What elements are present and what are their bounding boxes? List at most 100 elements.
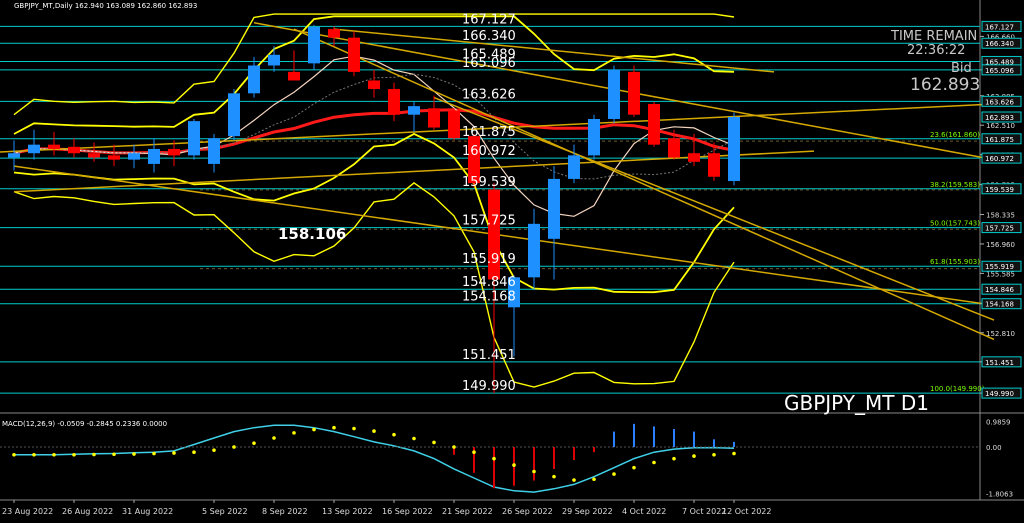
candle-body [268,54,280,66]
macd-dot [732,451,736,456]
candle-body [28,144,40,154]
candle-body [528,223,540,278]
macd-dot [112,452,116,457]
time-tick-label: 31 Aug 2022 [122,507,173,516]
chart-watermark: GBPJPY_MT D1 [784,391,929,415]
time-tick-label: 29 Sep 2022 [562,507,613,516]
candle-body [648,104,660,145]
macd-dot [512,463,516,467]
candle-body [548,178,560,239]
macd-dot [652,460,656,465]
level-label: 149.990 [462,379,516,394]
level-label: 165.096 [462,56,516,71]
macd-dot [672,456,676,461]
price-tag-label: 149.990 [985,390,1014,398]
level-label: 155.919 [462,252,516,267]
macd-dot [12,452,16,457]
candle-body [388,89,400,115]
macd-dot [352,426,356,431]
macd-dot [692,454,696,458]
candle-body [308,26,320,64]
macd-dot [552,474,556,479]
highlight-level-label: 158.106 [278,225,346,243]
macd-dot [712,452,716,457]
candle-body [188,121,200,156]
macd-dot [492,456,496,461]
candle-body [248,65,260,94]
macd-dot [212,448,216,452]
candle-body [88,153,100,158]
macd-dot [592,477,596,482]
price-tick-label: 156.960 [986,241,1015,249]
candle-body [608,69,620,119]
macd-dot [72,452,76,457]
price-tick-label: 162.510 [986,122,1015,130]
macd-dot [532,469,536,474]
macd-dot [312,427,316,432]
price-tick-label: 158.335 [986,212,1015,220]
price-tag-label: 159.539 [985,186,1014,194]
symbol-header: GBPJPY_MT,Daily 162.940 163.089 162.860 … [14,2,197,10]
macd-dot [332,425,336,430]
macd-dot [572,478,576,482]
candle-body [448,110,460,139]
candle-body [8,153,20,158]
macd-dot [32,452,36,457]
level-label: 166.340 [462,29,516,44]
time-remain-value: 22:36:22 [907,43,965,58]
price-tag-label: 151.451 [985,359,1014,367]
macd-dot [192,450,196,455]
candle-body [688,153,700,162]
time-tick-label: 21 Sep 2022 [442,507,493,516]
price-tag-label: 154.846 [985,286,1014,294]
time-tick-label: 12 Oct 2022 [722,507,771,516]
fib-label: 50.0(157.743) [930,220,980,228]
candle-body [228,93,240,137]
level-label: 160.972 [462,144,516,159]
candle-body [68,146,80,154]
level-label: 157.725 [462,214,516,229]
price-tag-label: 165.096 [985,67,1014,75]
macd-dot [632,465,636,470]
level-label: 151.451 [462,348,516,363]
macd-dot [292,431,296,435]
price-tag-label: 160.972 [985,155,1014,163]
time-tick-label: 4 Oct 2022 [622,507,666,516]
time-tick-label: 16 Sep 2022 [382,507,433,516]
candle-body [128,153,140,160]
macd-dot [152,451,156,456]
candle-body [408,106,420,115]
fib-label: 38.2(159.583) [930,181,980,189]
macd-dot [612,472,616,476]
level-label: 154.846 [462,275,516,290]
level-label: 167.127 [462,12,516,27]
price-tag-label: 167.127 [985,23,1014,31]
fib-label: 100.0(149.990) [930,385,985,393]
level-label: 161.875 [462,125,516,140]
candle-body [428,108,440,128]
time-tick-label: 23 Aug 2022 [2,507,53,516]
price-tag-label: 162.893 [985,114,1014,122]
time-tick-label: 26 Aug 2022 [62,507,113,516]
macd-dot [52,452,56,457]
level-label: 154.168 [462,290,516,305]
macd-tick-label: -1.8063 [986,491,1013,499]
bid-value: 162.893 [910,75,980,95]
candle-body [208,138,220,164]
bid-label: Bid [951,61,972,76]
candle-body [368,80,380,90]
macd-dot [252,441,256,445]
macd-dot [272,436,276,440]
candle-body [108,155,120,160]
price-chart[interactable]: 167.127166.340165.489165.096163.626161.8… [0,0,1024,523]
price-tag-label: 166.340 [985,40,1014,48]
price-tag-label: 157.725 [985,225,1014,233]
price-tag-label: 163.626 [985,98,1014,106]
time-tick-label: 8 Sep 2022 [262,507,308,516]
price-tag-label: 161.875 [985,136,1014,144]
price-tick-label: 152.810 [986,330,1015,338]
level-label: 159.539 [462,175,516,190]
candle-body [628,71,640,115]
macd-dot [132,452,136,456]
candle-body [348,37,360,72]
